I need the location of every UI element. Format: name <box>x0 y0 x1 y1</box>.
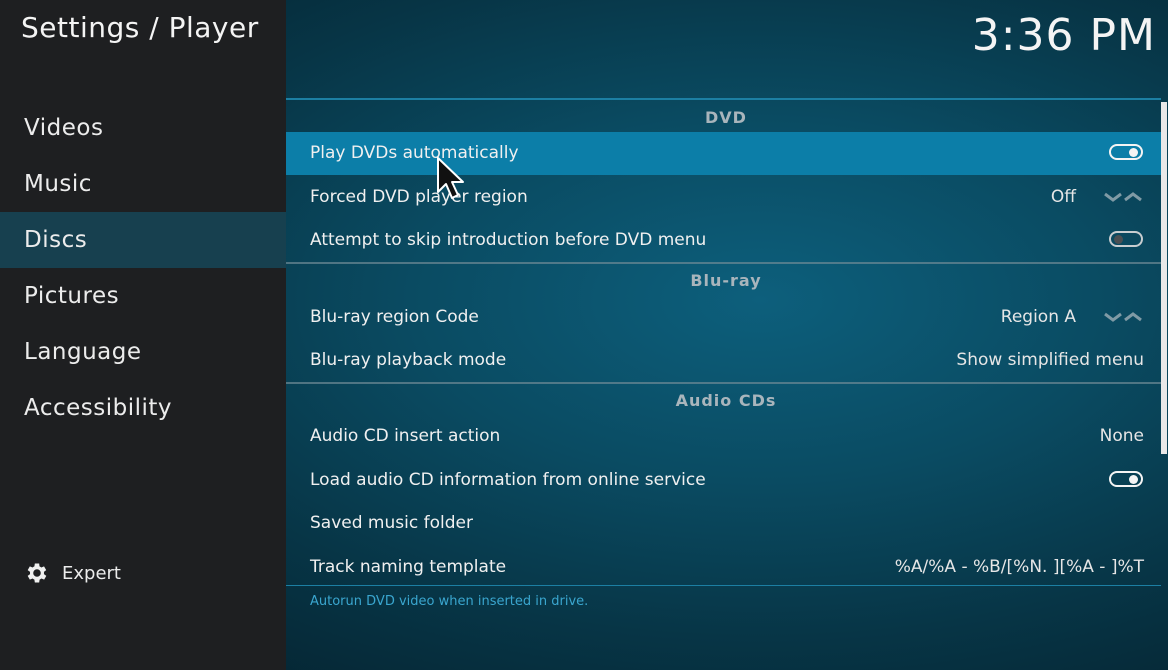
setting-load-cd-info-online[interactable]: Load audio CD information from online se… <box>286 459 1161 502</box>
setting-label: Load audio CD information from online se… <box>310 470 706 490</box>
settings-level-button[interactable]: Expert <box>24 558 121 588</box>
setting-value: Off <box>1050 187 1076 207</box>
clock: 3:36 PM <box>971 10 1156 61</box>
setting-play-dvds-automatically[interactable]: Play DVDs automatically <box>286 132 1161 175</box>
setting-forced-dvd-region[interactable]: Forced DVD player region Off <box>286 176 1161 219</box>
page-title: Settings / Player <box>21 11 259 44</box>
sidebar-item-discs[interactable]: Discs <box>0 212 286 268</box>
sidebar-item-pictures[interactable]: Pictures <box>0 268 286 324</box>
setting-saved-music-folder[interactable]: Saved music folder <box>286 502 1161 545</box>
scrollbar[interactable] <box>1161 102 1167 454</box>
sidebar-item-language[interactable]: Language <box>0 324 286 380</box>
panel-top-line <box>286 98 1161 100</box>
setting-label: Forced DVD player region <box>310 187 528 207</box>
toggle-switch-on[interactable] <box>1109 471 1143 487</box>
setting-audio-cd-insert-action[interactable]: Audio CD insert action None <box>286 415 1161 458</box>
setting-label: Saved music folder <box>310 513 473 533</box>
setting-bluray-playback-mode[interactable]: Blu-ray playback mode Show simplified me… <box>286 339 1161 382</box>
setting-label: Track naming template <box>310 557 507 577</box>
setting-label: Blu-ray region Code <box>310 307 479 327</box>
section-header-audio-cds: Audio CDs <box>675 391 777 410</box>
setting-skip-intro[interactable]: Attempt to skip introduction before DVD … <box>286 219 1161 262</box>
setting-value: %A/%A - %B/[%N. ][%A - ]%T <box>894 557 1144 577</box>
toggle-knob <box>1129 148 1138 157</box>
sidebar-nav: Videos Music Discs Pictures Language Acc… <box>0 100 286 436</box>
spinner-arrows-icon[interactable] <box>1103 308 1143 326</box>
setting-value: None <box>1099 426 1144 446</box>
section-divider <box>286 382 1161 384</box>
spinner-arrows-icon[interactable] <box>1103 188 1143 206</box>
setting-value: Show simplified menu <box>956 350 1144 370</box>
settings-level-label: Expert <box>62 562 121 584</box>
toggle-switch-on[interactable] <box>1109 144 1143 160</box>
settings-list: DVD Play DVDs automatically Forced DVD p… <box>286 98 1161 586</box>
toggle-knob <box>1129 475 1138 484</box>
setting-label: Play DVDs automatically <box>310 143 519 163</box>
gear-icon <box>27 563 47 583</box>
setting-label: Blu-ray playback mode <box>310 350 507 370</box>
sidebar-item-videos[interactable]: Videos <box>0 100 286 156</box>
sidebar: Settings / Player Videos Music Discs Pic… <box>0 0 286 670</box>
panel-bottom-line <box>286 585 1161 586</box>
mouse-cursor-icon <box>437 157 464 199</box>
setting-bluray-region-code[interactable]: Blu-ray region Code Region A <box>286 296 1161 339</box>
sidebar-item-music[interactable]: Music <box>0 156 286 212</box>
setting-label: Attempt to skip introduction before DVD … <box>310 230 707 250</box>
sidebar-item-accessibility[interactable]: Accessibility <box>0 380 286 436</box>
section-header-dvd: DVD <box>705 108 747 127</box>
section-header-bluray: Blu-ray <box>690 271 762 290</box>
setting-value: Region A <box>1000 307 1076 327</box>
setting-track-naming-template[interactable]: Track naming template %A/%A - %B/[%N. ][… <box>286 546 1161 589</box>
section-divider <box>286 262 1161 264</box>
setting-description: Autorun DVD video when inserted in drive… <box>310 594 589 609</box>
toggle-knob <box>1114 235 1123 244</box>
toggle-switch-off[interactable] <box>1109 231 1143 247</box>
setting-label: Audio CD insert action <box>310 426 501 446</box>
